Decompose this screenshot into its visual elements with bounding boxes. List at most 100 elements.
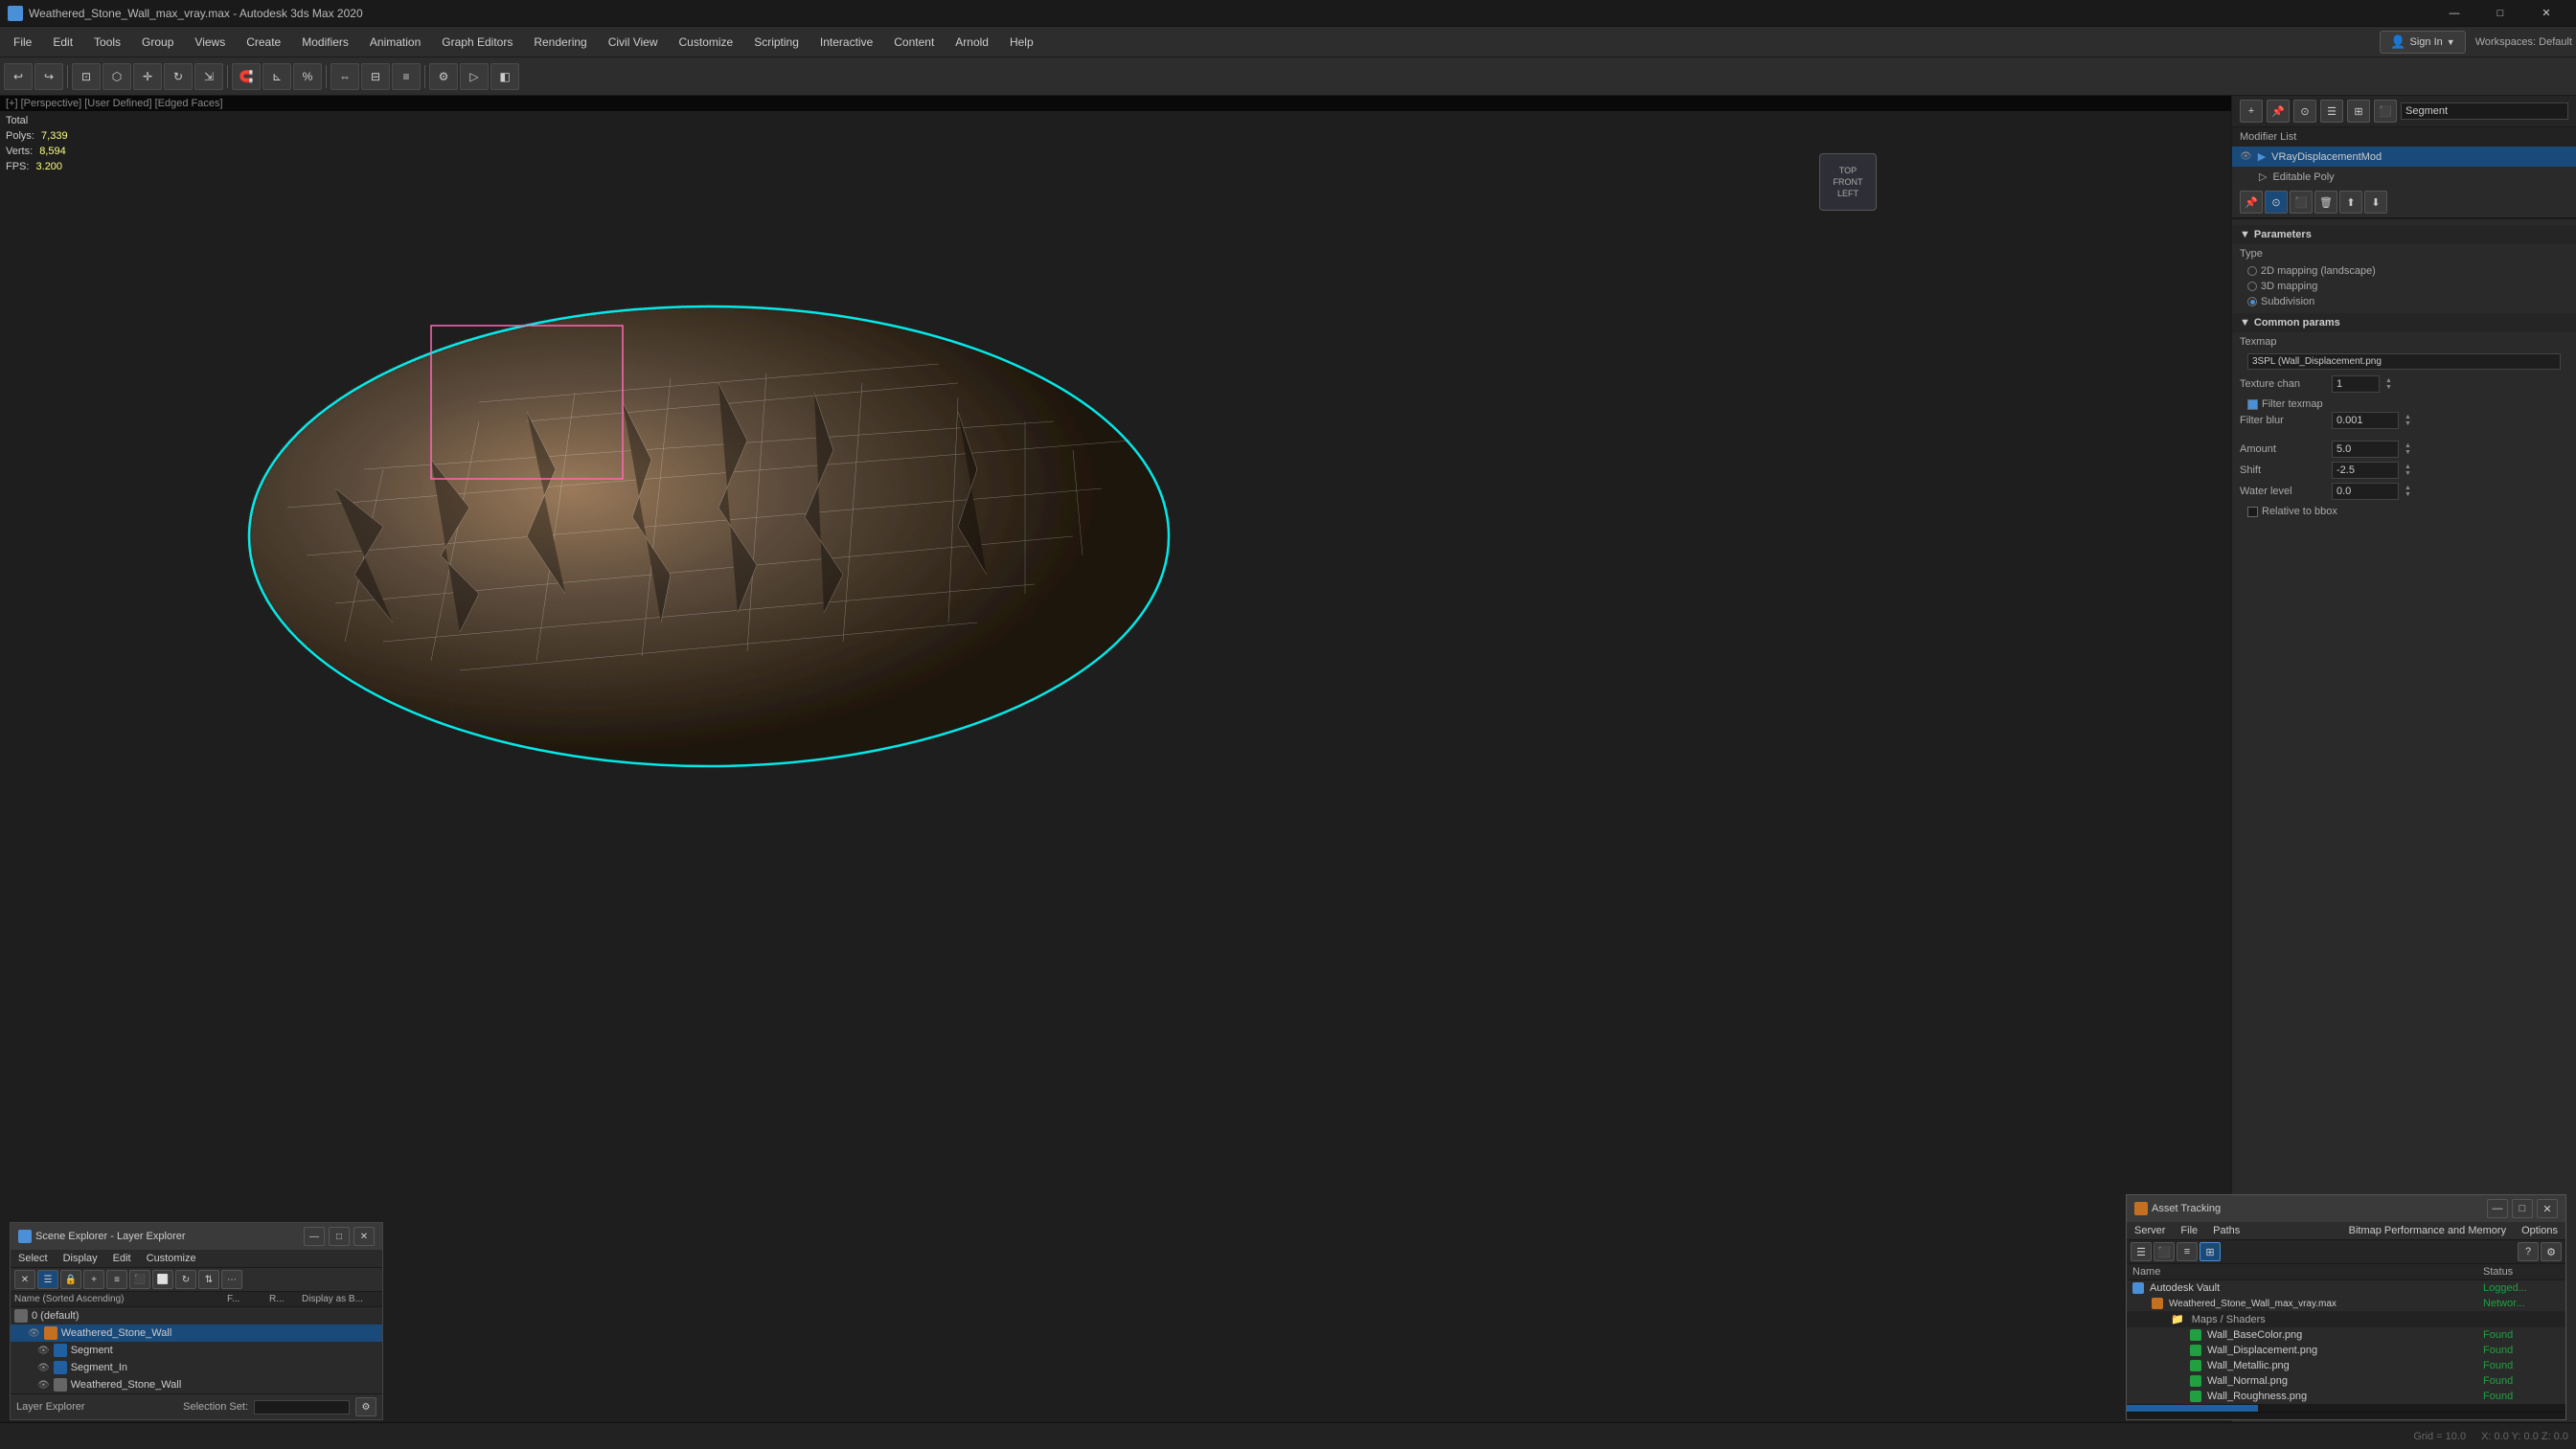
menu-views[interactable]: Views xyxy=(185,32,235,53)
at-row-roughness[interactable]: Wall_Roughness.png Found xyxy=(2127,1389,2565,1404)
pin-modifier-btn[interactable]: 📌 xyxy=(2267,100,2290,123)
mod-copy[interactable]: ⬛ xyxy=(2290,191,2313,214)
se-minimize[interactable]: — xyxy=(304,1227,325,1246)
se-row-default[interactable]: 0 (default) xyxy=(11,1307,382,1324)
sign-in-button[interactable]: 👤 Sign In ▼ xyxy=(2380,31,2465,54)
at-menu-paths[interactable]: Paths xyxy=(2205,1222,2247,1239)
tb-rotate[interactable]: ↻ xyxy=(164,63,193,90)
modifier-eye-icon[interactable]: 👁 xyxy=(2240,151,2252,162)
se-menu-edit[interactable]: Edit xyxy=(105,1250,139,1267)
type-subdivision[interactable]: Subdivision xyxy=(2240,294,2568,309)
tb-snap[interactable]: 🧲 xyxy=(232,63,261,90)
at-btn-help[interactable]: ? xyxy=(2518,1242,2539,1261)
amount-input[interactable]: 5.0 xyxy=(2332,441,2399,458)
at-menu-file[interactable]: File xyxy=(2173,1222,2205,1239)
at-btn-active[interactable]: ⊞ xyxy=(2200,1242,2221,1261)
mod-active[interactable]: ⊙ xyxy=(2265,191,2288,214)
tb-render[interactable]: ▷ xyxy=(460,63,489,90)
relative-bbox-checkbox[interactable] xyxy=(2247,507,2258,517)
menu-modifiers[interactable]: Modifiers xyxy=(292,32,358,53)
water-level-spinner[interactable] xyxy=(2405,484,2420,499)
tb-mirror[interactable]: ⇔ xyxy=(331,63,359,90)
at-row-metallic[interactable]: Wall_Metallic.png Found xyxy=(2127,1358,2565,1373)
se-tb-add[interactable]: + xyxy=(83,1270,104,1289)
menu-help[interactable]: Help xyxy=(1000,32,1043,53)
at-minimize[interactable]: — xyxy=(2487,1199,2508,1218)
se-row-stone-wall[interactable]: 👁 Weathered_Stone_Wall xyxy=(11,1324,382,1342)
se-tb-close[interactable]: ✕ xyxy=(14,1270,35,1289)
menu-file[interactable]: File xyxy=(4,32,41,53)
menu-scripting[interactable]: Scripting xyxy=(744,32,809,53)
at-row-base-color[interactable]: Wall_BaseColor.png Found xyxy=(2127,1327,2565,1343)
modifier-editable-poly[interactable]: ▷ Editable Poly xyxy=(2232,167,2576,187)
tb-redo[interactable]: ↪ xyxy=(34,63,63,90)
type-2d[interactable]: 2D mapping (landscape) xyxy=(2240,263,2568,279)
tb-undo[interactable]: ↩ xyxy=(4,63,33,90)
selection-set-input[interactable] xyxy=(254,1400,350,1415)
menu-content[interactable]: Content xyxy=(884,32,944,53)
at-btn-list[interactable]: ☰ xyxy=(2131,1242,2152,1261)
minimize-button[interactable]: — xyxy=(2432,0,2476,27)
mod-pin[interactable]: 📌 xyxy=(2240,191,2263,214)
tb-align[interactable]: ⊟ xyxy=(361,63,390,90)
params-header[interactable]: ▼ Parameters xyxy=(2232,225,2576,244)
se-tb-lock[interactable]: 🔒 xyxy=(60,1270,81,1289)
at-row-vault[interactable]: Autodesk Vault Logged... xyxy=(2127,1280,2565,1296)
filter-texmap-checkbox[interactable] xyxy=(2247,399,2258,410)
filter-blur-input[interactable]: 0.001 xyxy=(2332,412,2399,429)
at-row-max-file[interactable]: Weathered_Stone_Wall_max_vray.max Networ… xyxy=(2127,1296,2565,1311)
vis-icon-1[interactable]: 👁 xyxy=(28,1328,40,1339)
se-menu-select[interactable]: Select xyxy=(11,1250,56,1267)
shift-spinner[interactable] xyxy=(2405,463,2420,478)
se-tb-filter[interactable]: ☰ xyxy=(37,1270,58,1289)
maximize-button[interactable]: □ xyxy=(2478,0,2522,27)
at-btn-settings[interactable]: ⚙ xyxy=(2541,1242,2562,1261)
mod-move-up[interactable]: ⬆ xyxy=(2339,191,2362,214)
vis-icon-3[interactable]: 👁 xyxy=(37,1363,50,1373)
tb-select[interactable]: ⊡ xyxy=(72,63,101,90)
menu-customize[interactable]: Customize xyxy=(670,32,743,53)
se-tb-layers[interactable]: ≡ xyxy=(106,1270,127,1289)
tb-render-setup[interactable]: ⚙ xyxy=(429,63,458,90)
common-params-header[interactable]: ▼ Common params xyxy=(2232,313,2576,332)
vis-icon-2[interactable]: 👁 xyxy=(37,1346,50,1356)
se-menu-display[interactable]: Display xyxy=(56,1250,105,1267)
menu-group[interactable]: Group xyxy=(132,32,183,53)
tb-layer[interactable]: ≡ xyxy=(392,63,421,90)
tb-render-frame[interactable]: ◧ xyxy=(490,63,519,90)
tb-select-region[interactable]: ⬡ xyxy=(103,63,131,90)
segment-field[interactable]: Segment xyxy=(2401,102,2568,120)
se-footer-btn[interactable]: ⚙ xyxy=(355,1397,376,1416)
type-3d[interactable]: 3D mapping xyxy=(2240,279,2568,294)
texture-chan-input[interactable]: 1 xyxy=(2332,375,2380,393)
mod-delete[interactable]: 🗑 xyxy=(2314,191,2337,214)
se-tb-refresh[interactable]: ↻ xyxy=(175,1270,196,1289)
texmap-input[interactable]: 3SPL (Wall_Displacement.png xyxy=(2247,353,2561,370)
tb-move[interactable]: ✛ xyxy=(133,63,162,90)
at-btn-detail[interactable]: ≡ xyxy=(2177,1242,2198,1261)
modifier-vray-displacement[interactable]: 👁 ▶ VRayDisplacementMod xyxy=(2232,147,2576,167)
se-menu-customize[interactable]: Customize xyxy=(139,1250,204,1267)
menu-graph-editors[interactable]: Graph Editors xyxy=(432,32,522,53)
se-tb-expand[interactable]: ⬜ xyxy=(152,1270,173,1289)
shift-input[interactable]: -2.5 xyxy=(2332,462,2399,479)
at-maximize[interactable]: □ xyxy=(2512,1199,2533,1218)
modifier-option2[interactable]: ☰ xyxy=(2320,100,2343,123)
navigation-cube[interactable]: TOP FRONT LEFT xyxy=(1819,153,1877,211)
at-menu-bitmap-perf[interactable]: Bitmap Performance and Memory xyxy=(2341,1222,2514,1239)
at-row-normal[interactable]: Wall_Normal.png Found xyxy=(2127,1373,2565,1389)
water-level-input[interactable]: 0.0 xyxy=(2332,483,2399,500)
menu-tools[interactable]: Tools xyxy=(84,32,130,53)
at-row-displacement[interactable]: Wall_Displacement.png Found xyxy=(2127,1343,2565,1358)
modifier-option4[interactable]: ⬛ xyxy=(2374,100,2397,123)
se-tb-more[interactable]: ⋯ xyxy=(221,1270,242,1289)
menu-arnold[interactable]: Arnold xyxy=(946,32,998,53)
se-row-stone-wall-2[interactable]: 👁 Weathered_Stone_Wall xyxy=(11,1376,382,1393)
at-menu-options[interactable]: Options xyxy=(2514,1222,2565,1239)
at-close[interactable]: ✕ xyxy=(2537,1199,2558,1218)
menu-edit[interactable]: Edit xyxy=(43,32,82,53)
modifier-option1[interactable]: ⊙ xyxy=(2293,100,2316,123)
menu-rendering[interactable]: Rendering xyxy=(524,32,596,53)
tb-percent-snap[interactable]: % xyxy=(293,63,322,90)
create-modifier-btn[interactable]: + xyxy=(2240,100,2263,123)
